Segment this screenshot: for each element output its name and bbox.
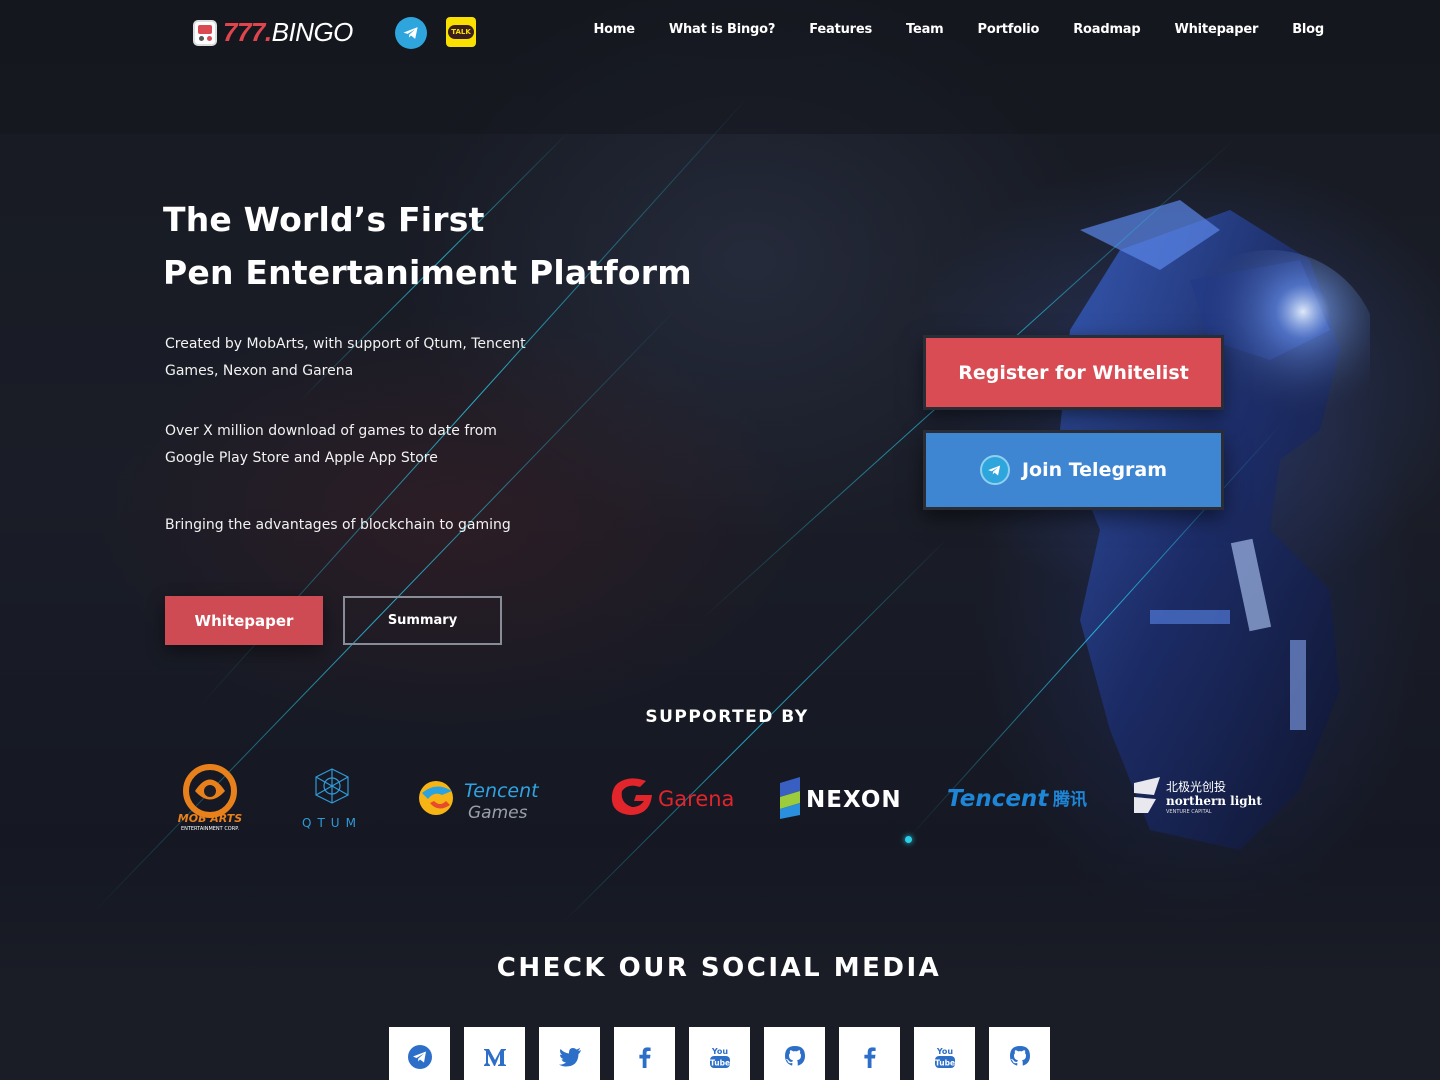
partner-qtum-logo[interactable]: QTUM (292, 762, 372, 834)
twitter-icon (558, 1048, 581, 1067)
hero-paragraph-partners: Created by MobArts, with support of Qtum… (165, 336, 526, 379)
svg-text:You: You (935, 1047, 953, 1056)
nav-features[interactable]: Features (809, 22, 872, 37)
social-github-button[interactable] (764, 1027, 825, 1080)
facebook-icon (863, 1047, 876, 1068)
nav-team[interactable]: Team (906, 22, 944, 37)
partner-tencent-games-logo[interactable]: Tencent Games (412, 762, 552, 834)
northern-light-cn: 北极光创投 (1166, 779, 1226, 794)
github-icon (1009, 1046, 1030, 1066)
social-facebook-button[interactable] (614, 1027, 675, 1080)
tencent-games-name: Tencent (464, 780, 540, 802)
facebook-icon (638, 1047, 651, 1068)
svg-text:You: You (710, 1047, 728, 1056)
partner-tencent-logo[interactable]: Tencent 腾讯 (945, 762, 1095, 834)
logo-word: BINGO (271, 17, 354, 47)
hero-paragraph-blockchain: Bringing the advantages of blockchain to… (165, 517, 511, 533)
mob-arts-sub: ENTERTAINMENT CORP. (181, 826, 240, 832)
nav-portfolio[interactable]: Portfolio (978, 22, 1040, 37)
northern-light-sub: VENTURE CAPITAL (1166, 809, 1212, 815)
hero-title: The World’s First Pen Entertaniment Plat… (163, 193, 692, 299)
svg-text:Tube: Tube (934, 1059, 954, 1068)
gameboy-icon (193, 19, 217, 46)
youtube-icon: You Tube (934, 1047, 955, 1068)
nexon-name: NEXON (806, 787, 902, 813)
telegram-icon (407, 1045, 432, 1069)
northern-light-name: northern light (1166, 794, 1262, 808)
nav-what-is-bingo[interactable]: What is Bingo? (669, 22, 776, 37)
tencent-cn: 腾讯 (1053, 789, 1087, 810)
svg-text:Tube: Tube (709, 1059, 729, 1068)
kakaotalk-icon[interactable]: TALK (446, 17, 476, 47)
register-whitelist-button[interactable]: Register for Whitelist (923, 335, 1224, 410)
partner-mob-arts-logo[interactable]: MOB ARTS ENTERTAINMENT CORP. (165, 762, 255, 834)
nav-home[interactable]: Home (593, 22, 635, 37)
nav-whitepaper[interactable]: Whitepaper (1174, 22, 1258, 37)
nav-roadmap[interactable]: Roadmap (1073, 22, 1140, 37)
social-medium-button[interactable] (464, 1027, 525, 1080)
social-youtube-button[interactable]: You Tube (689, 1027, 750, 1080)
medium-icon (483, 1049, 506, 1066)
logo-text: 777.BINGO (223, 17, 353, 48)
social-twitter-button[interactable] (539, 1027, 600, 1080)
youtube-icon: You Tube (709, 1047, 730, 1068)
brand-logo[interactable]: 777.BINGO (193, 17, 353, 48)
site-header: 777.BINGO TALK Home What is Bingo? Featu… (0, 0, 1440, 64)
garena-name: Garena (658, 787, 734, 811)
tencent-name: Tencent (947, 786, 1049, 812)
hero-title-line2: Pen Entertaniment Platform (163, 253, 692, 292)
github-icon (784, 1046, 805, 1066)
kakao-label: TALK (448, 25, 474, 39)
hero-background (0, 0, 1440, 1080)
hero-paragraph-downloads: Over X million download of games to date… (165, 423, 497, 466)
telegram-icon (979, 455, 1010, 485)
partner-nexon-logo[interactable]: NEXON (778, 762, 913, 834)
social-icons-row: You Tube You Tube (389, 1027, 1064, 1080)
telegram-icon[interactable] (395, 17, 427, 49)
partner-northern-light-logo[interactable]: 北极光创投 northern light VENTURE CAPITAL (1130, 762, 1265, 834)
streak-dot (905, 836, 912, 843)
social-youtube-button-2[interactable]: You Tube (914, 1027, 975, 1080)
social-media-title: CHECK OUR SOCIAL MEDIA (496, 953, 942, 983)
join-telegram-label: Join Telegram (1021, 459, 1168, 481)
mob-arts-name: MOB ARTS (178, 812, 243, 825)
hero-title-line1: The World’s First (163, 200, 485, 239)
whitepaper-button[interactable]: Whitepaper (165, 596, 323, 645)
join-telegram-button[interactable]: Join Telegram (923, 430, 1224, 510)
robot-illustration (1060, 200, 1370, 850)
logo-number: 777. (223, 17, 272, 47)
nav-blog[interactable]: Blog (1292, 22, 1324, 37)
social-facebook-button-2[interactable] (839, 1027, 900, 1080)
tencent-games-sub: Games (468, 803, 528, 823)
social-github-button-2[interactable] (989, 1027, 1050, 1080)
supported-by-title: SUPPORTED BY (645, 707, 809, 727)
partner-garena-logo[interactable]: Garena (606, 762, 746, 834)
social-telegram-button[interactable] (389, 1027, 450, 1080)
main-nav: Home What is Bingo? Features Team Portfo… (593, 22, 1324, 37)
qtum-name: QTUM (302, 816, 362, 830)
summary-button[interactable]: Summary (343, 596, 502, 645)
